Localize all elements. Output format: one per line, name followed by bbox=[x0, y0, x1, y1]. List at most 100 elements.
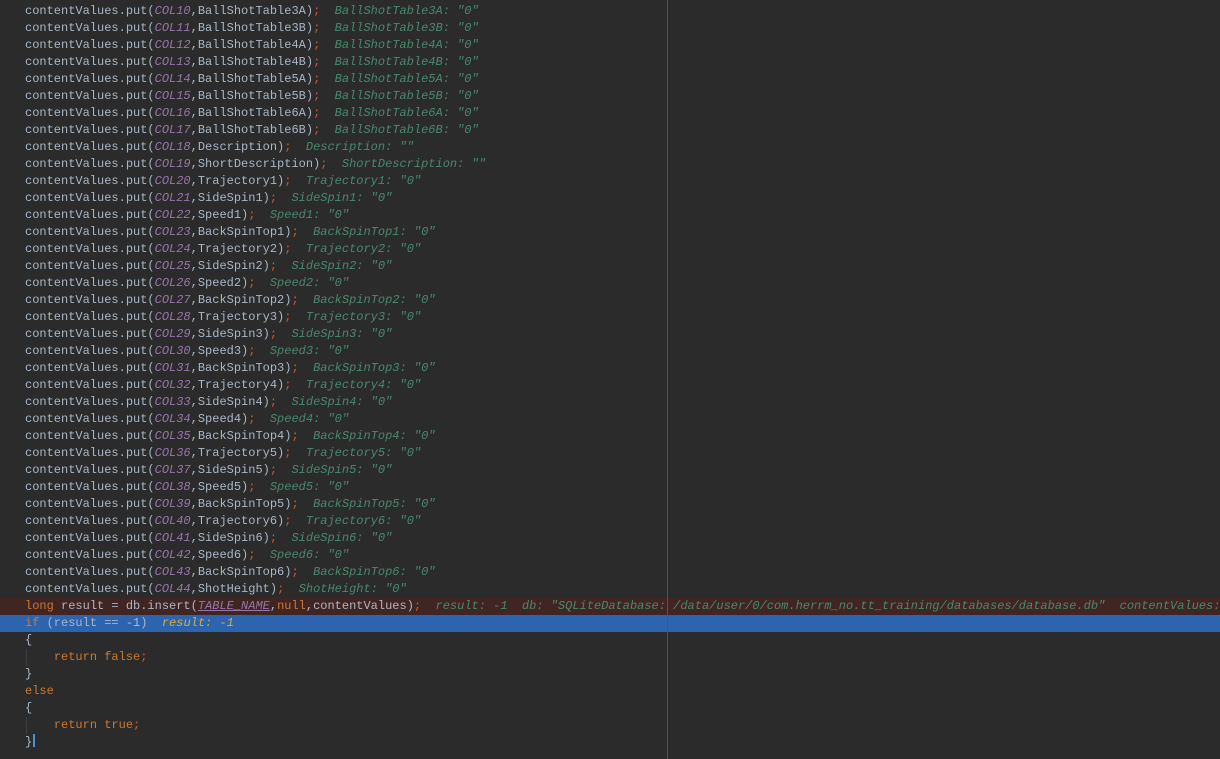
code-token: contentValues.put( bbox=[25, 361, 155, 375]
code-token: COL14 bbox=[155, 72, 191, 86]
code-line[interactable]: contentValues.put(COL36,Trajectory5); Tr… bbox=[0, 445, 1220, 462]
code-token: contentValues.put( bbox=[25, 327, 155, 341]
code-line[interactable]: contentValues.put(COL41,SideSpin6); Side… bbox=[0, 530, 1220, 547]
code-line[interactable]: return true; bbox=[0, 717, 1220, 734]
code-token: contentValues.put( bbox=[25, 4, 155, 18]
code-token: contentValues.put( bbox=[25, 208, 155, 222]
inline-debug-hint: SideSpin3: "0" bbox=[291, 327, 392, 341]
code-token: COL41 bbox=[155, 531, 191, 545]
code-line[interactable]: contentValues.put(COL42,Speed6); Speed6:… bbox=[0, 547, 1220, 564]
code-line[interactable]: contentValues.put(COL40,Trajectory6); Tr… bbox=[0, 513, 1220, 530]
code-line[interactable]: contentValues.put(COL28,Trajectory3); Tr… bbox=[0, 309, 1220, 326]
code-line[interactable]: contentValues.put(COL16,BallShotTable6A)… bbox=[0, 105, 1220, 122]
code-line[interactable]: { bbox=[0, 700, 1220, 717]
code-line[interactable]: contentValues.put(COL44,ShotHeight); Sho… bbox=[0, 581, 1220, 598]
code-token: COL40 bbox=[155, 514, 191, 528]
code-token: ,BallShotTable5A) bbox=[191, 72, 313, 86]
code-token: contentValues.put( bbox=[25, 378, 155, 392]
code-editor[interactable]: contentValues.put(COL10,BallShotTable3A)… bbox=[0, 0, 1220, 759]
code-token: ,BackSpinTop3) bbox=[191, 361, 292, 375]
code-token: contentValues.put( bbox=[25, 463, 155, 477]
code-token bbox=[299, 361, 313, 375]
code-token: COL22 bbox=[155, 208, 191, 222]
code-line[interactable]: contentValues.put(COL29,SideSpin3); Side… bbox=[0, 326, 1220, 343]
code-token: COL43 bbox=[155, 565, 191, 579]
code-token: COL15 bbox=[155, 89, 191, 103]
code-token: } bbox=[25, 735, 32, 749]
code-line[interactable]: contentValues.put(COL37,SideSpin5); Side… bbox=[0, 462, 1220, 479]
code-token: ,ShortDescription) bbox=[191, 157, 321, 171]
code-line[interactable]: contentValues.put(COL34,Speed4); Speed4:… bbox=[0, 411, 1220, 428]
code-line[interactable]: contentValues.put(COL17,BallShotTable6B)… bbox=[0, 122, 1220, 139]
code-lines: contentValues.put(COL10,BallShotTable3A)… bbox=[0, 3, 1220, 751]
code-line[interactable]: } bbox=[0, 734, 1220, 751]
code-token: ,SideSpin6) bbox=[191, 531, 270, 545]
code-line[interactable]: contentValues.put(COL38,Speed5); Speed5:… bbox=[0, 479, 1220, 496]
code-token: contentValues.put( bbox=[25, 55, 155, 69]
code-line[interactable]: { bbox=[0, 632, 1220, 649]
code-token: contentValues.put( bbox=[25, 344, 155, 358]
code-token: COL19 bbox=[155, 157, 191, 171]
code-line[interactable]: contentValues.put(COL15,BallShotTable5B)… bbox=[0, 88, 1220, 105]
code-token: ,SideSpin2) bbox=[191, 259, 270, 273]
code-line[interactable]: } bbox=[0, 666, 1220, 683]
code-token bbox=[421, 599, 435, 613]
text-caret bbox=[33, 734, 35, 747]
code-line[interactable]: contentValues.put(COL13,BallShotTable4B)… bbox=[0, 54, 1220, 71]
code-token: contentValues.put( bbox=[25, 565, 155, 579]
code-token: contentValues.put( bbox=[25, 429, 155, 443]
code-line[interactable]: contentValues.put(COL19,ShortDescription… bbox=[0, 156, 1220, 173]
code-line[interactable]: contentValues.put(COL26,Speed2); Speed2:… bbox=[0, 275, 1220, 292]
code-token bbox=[327, 157, 341, 171]
code-token: contentValues.put( bbox=[25, 395, 155, 409]
code-line[interactable]: contentValues.put(COL21,SideSpin1); Side… bbox=[0, 190, 1220, 207]
code-line[interactable]: contentValues.put(COL12,BallShotTable4A)… bbox=[0, 37, 1220, 54]
code-token bbox=[277, 395, 291, 409]
code-line[interactable]: contentValues.put(COL14,BallShotTable5A)… bbox=[0, 71, 1220, 88]
execution-line[interactable]: if (result == -1) result: -1 bbox=[0, 615, 1220, 632]
code-line[interactable]: contentValues.put(COL22,Speed1); Speed1:… bbox=[0, 207, 1220, 224]
code-line[interactable]: contentValues.put(COL10,BallShotTable3A)… bbox=[0, 3, 1220, 20]
inline-debug-hint: SideSpin1: "0" bbox=[291, 191, 392, 205]
code-token: COL16 bbox=[155, 106, 191, 120]
code-line[interactable]: contentValues.put(COL33,SideSpin4); Side… bbox=[0, 394, 1220, 411]
code-token: COL32 bbox=[155, 378, 191, 392]
code-token: ,Trajectory1) bbox=[191, 174, 285, 188]
code-line[interactable]: contentValues.put(COL30,Speed3); Speed3:… bbox=[0, 343, 1220, 360]
code-line[interactable]: contentValues.put(COL43,BackSpinTop6); B… bbox=[0, 564, 1220, 581]
code-token: ; bbox=[270, 531, 277, 545]
code-token bbox=[255, 412, 269, 426]
breakpoint-line[interactable]: long result = db.insert(TABLE_NAME,null,… bbox=[0, 598, 1220, 615]
inline-debug-hint: Trajectory6: "0" bbox=[306, 514, 421, 528]
code-token bbox=[291, 174, 305, 188]
code-line[interactable]: return false; bbox=[0, 649, 1220, 666]
code-line[interactable]: contentValues.put(COL24,Trajectory2); Tr… bbox=[0, 241, 1220, 258]
code-token: ,Description) bbox=[191, 140, 285, 154]
inline-debug-hint: Trajectory5: "0" bbox=[306, 446, 421, 460]
code-token: ,ShotHeight) bbox=[191, 582, 277, 596]
code-token bbox=[320, 4, 334, 18]
code-token: contentValues.put( bbox=[25, 123, 155, 137]
code-line[interactable]: contentValues.put(COL32,Trajectory4); Tr… bbox=[0, 377, 1220, 394]
code-token bbox=[320, 38, 334, 52]
code-line[interactable]: else bbox=[0, 683, 1220, 700]
code-line[interactable]: contentValues.put(COL11,BallShotTable3B)… bbox=[0, 20, 1220, 37]
code-line[interactable]: contentValues.put(COL35,BackSpinTop4); B… bbox=[0, 428, 1220, 445]
code-line[interactable]: contentValues.put(COL18,Description); De… bbox=[0, 139, 1220, 156]
code-token: COL17 bbox=[155, 123, 191, 137]
code-token: ; bbox=[270, 395, 277, 409]
code-line[interactable]: contentValues.put(COL31,BackSpinTop3); B… bbox=[0, 360, 1220, 377]
code-line[interactable]: contentValues.put(COL20,Trajectory1); Tr… bbox=[0, 173, 1220, 190]
code-token: contentValues.put( bbox=[25, 157, 155, 171]
code-token: , bbox=[270, 599, 277, 613]
code-line[interactable]: contentValues.put(COL27,BackSpinTop2); B… bbox=[0, 292, 1220, 309]
code-token bbox=[147, 616, 161, 630]
code-line[interactable]: contentValues.put(COL25,SideSpin2); Side… bbox=[0, 258, 1220, 275]
inline-debug-hint: BackSpinTop6: "0" bbox=[313, 565, 435, 579]
inline-debug-hint: Trajectory4: "0" bbox=[306, 378, 421, 392]
code-line[interactable]: contentValues.put(COL23,BackSpinTop1); B… bbox=[0, 224, 1220, 241]
inline-debug-hint: Trajectory3: "0" bbox=[306, 310, 421, 324]
code-line[interactable]: contentValues.put(COL39,BackSpinTop5); B… bbox=[0, 496, 1220, 513]
code-token: COL31 bbox=[155, 361, 191, 375]
code-token: ,Trajectory6) bbox=[191, 514, 285, 528]
